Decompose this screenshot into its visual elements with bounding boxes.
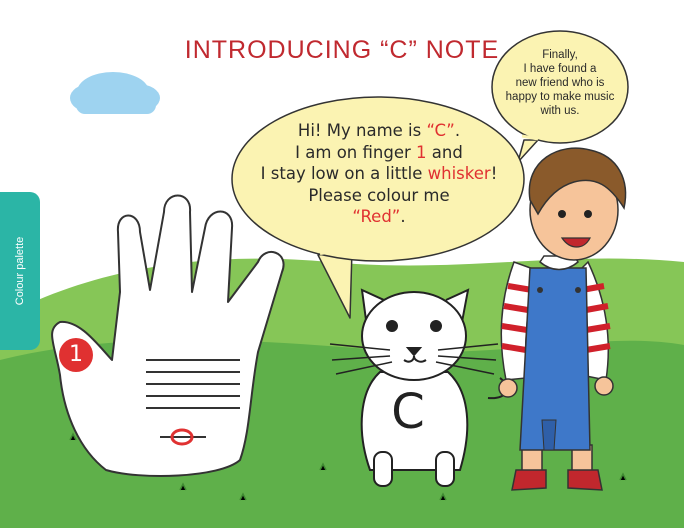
boy-speech-line: new friend who is bbox=[515, 77, 605, 89]
cat-speech-l2-a: I am on finger bbox=[295, 142, 417, 162]
finger-number: 1 bbox=[69, 342, 83, 367]
boy-speech-line: Finally, bbox=[542, 49, 578, 61]
cat-speech-line-5: “Red”. bbox=[234, 206, 524, 228]
cat-speech-l3-c: ! bbox=[490, 164, 498, 183]
cat-speech-l2-c: and bbox=[426, 142, 463, 162]
boy-speech-line: happy to make music bbox=[505, 91, 615, 103]
cat-speech-l1-c: . bbox=[454, 121, 461, 140]
cat-speech-l2-b: 1 bbox=[416, 142, 427, 162]
cat-speech-text: Hi! My name is “C”. I am on finger 1 and… bbox=[234, 120, 524, 228]
cat-speech-line-4: Please colour me bbox=[308, 185, 450, 205]
cat-speech-l1-a: Hi! My name is bbox=[297, 121, 427, 140]
cat-speech-l5: “Red” bbox=[352, 207, 401, 226]
cloud-icon bbox=[70, 72, 160, 114]
cat-speech-l5-c: . bbox=[400, 207, 406, 226]
cat-speech-l3-b: whisker bbox=[427, 164, 491, 183]
boy-speech-line: I have found a bbox=[523, 63, 597, 75]
cat-speech-line-3: I stay low on a little whisker! bbox=[234, 163, 524, 185]
cat-letter: C bbox=[391, 384, 425, 440]
colour-palette-label: Colour palette bbox=[14, 236, 26, 306]
cat-speech-l3-a: I stay low on a little bbox=[260, 164, 428, 183]
boy-speech-line: with us. bbox=[540, 105, 580, 117]
cat-speech-l1-b: “C” bbox=[426, 121, 455, 140]
cat-speech-line-2: I am on finger 1 and bbox=[234, 142, 524, 164]
cat-speech-line-1: Hi! My name is “C”. bbox=[234, 120, 524, 142]
boy-speech-text: Finally, I have found a new friend who i… bbox=[500, 48, 620, 118]
